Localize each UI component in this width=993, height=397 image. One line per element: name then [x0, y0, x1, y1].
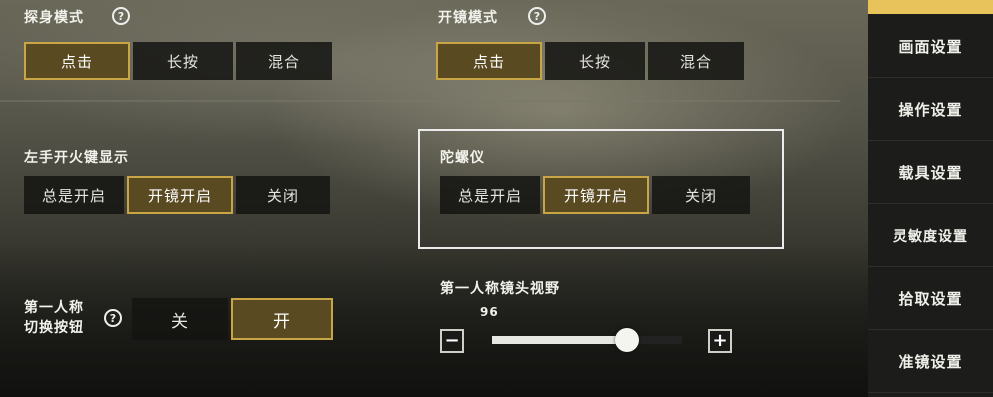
scope-mode-option-hold[interactable]: 长按: [133, 42, 233, 80]
scope-mode-help-icon[interactable]: ?: [112, 7, 130, 25]
open-mirror-mode-selector: 点击 长按 混合: [436, 42, 744, 80]
section-divider: [0, 100, 840, 102]
scope-mode-option-tap[interactable]: 点击: [24, 42, 130, 80]
background-shade: [0, 240, 870, 397]
open-mirror-mode-label: 开镜模式: [438, 10, 498, 26]
sidebar-item-controls[interactable]: 操作设置: [868, 79, 993, 141]
first-person-option-on[interactable]: 开: [231, 298, 333, 340]
gyroscope-label: 陀螺仪: [440, 150, 485, 166]
gyroscope-option-always[interactable]: 总是开启: [440, 176, 540, 214]
left-fire-option-scoped[interactable]: 开镜开启: [127, 176, 233, 214]
scope-mode-option-mixed[interactable]: 混合: [236, 42, 332, 80]
sidebar-item-vehicle[interactable]: 载具设置: [868, 142, 993, 204]
first-person-toggle-help-icon[interactable]: ?: [104, 309, 122, 327]
first-person-option-off[interactable]: 关: [132, 298, 228, 340]
fov-plus-button[interactable]: +: [708, 329, 732, 353]
first-person-toggle-label-line2: 切换按钮: [24, 320, 84, 336]
scope-mode-label: 探身模式: [24, 10, 84, 26]
open-mirror-option-tap[interactable]: 点击: [436, 42, 542, 80]
fov-value: 96: [480, 305, 499, 319]
fov-slider-thumb[interactable]: [615, 328, 639, 352]
sidebar-item-scope[interactable]: 准镜设置: [868, 331, 993, 393]
left-fire-option-always[interactable]: 总是开启: [24, 176, 124, 214]
sidebar-active-tab-indicator[interactable]: [868, 0, 993, 14]
left-fire-option-off[interactable]: 关闭: [236, 176, 330, 214]
scope-mode-selector: 点击 长按 混合: [24, 42, 332, 80]
open-mirror-option-mixed[interactable]: 混合: [648, 42, 744, 80]
fov-slider-fill: [492, 336, 627, 344]
open-mirror-option-hold[interactable]: 长按: [545, 42, 645, 80]
left-fire-button-label: 左手开火键显示: [24, 150, 129, 166]
gyroscope-option-scoped[interactable]: 开镜开启: [543, 176, 649, 214]
sidebar-item-graphics[interactable]: 画面设置: [868, 16, 993, 78]
first-person-toggle-label-line1: 第一人称: [24, 300, 84, 316]
gyroscope-option-off[interactable]: 关闭: [652, 176, 750, 214]
first-person-toggle-selector: 关 开: [132, 298, 333, 340]
fov-minus-button[interactable]: −: [440, 329, 464, 353]
open-mirror-mode-help-icon[interactable]: ?: [528, 7, 546, 25]
fov-label: 第一人称镜头视野: [440, 281, 560, 297]
left-fire-button-selector: 总是开启 开镜开启 关闭: [24, 176, 330, 214]
sidebar-item-pickup[interactable]: 拾取设置: [868, 268, 993, 330]
gyroscope-selector: 总是开启 开镜开启 关闭: [440, 176, 750, 214]
sidebar-item-sensitivity[interactable]: 灵敏度设置: [868, 205, 993, 267]
